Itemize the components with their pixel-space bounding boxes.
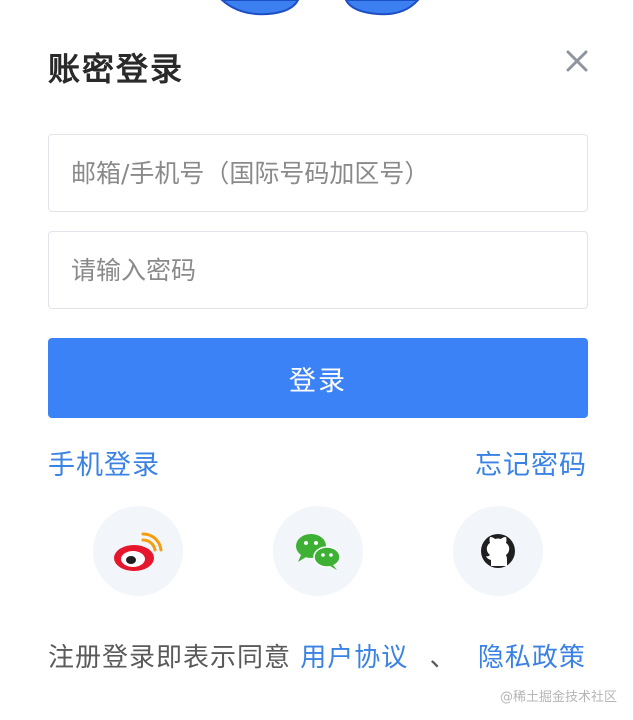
user-agreement-link[interactable]: 用户协议 [300, 643, 408, 673]
password-input[interactable] [48, 231, 588, 309]
forgot-password-link[interactable]: 忘记密码 [475, 443, 587, 482]
close-button[interactable] [560, 44, 594, 78]
close-icon [566, 50, 588, 72]
page-title: 账密登录 [48, 50, 185, 88]
agreement-text: 注册登录即表示同意 用户协议 、 隐私政策 [48, 637, 586, 674]
watermark: @稀土掘金技术社区 [499, 690, 617, 705]
wechat-login-button[interactable] [273, 506, 363, 596]
account-input[interactable] [48, 134, 588, 212]
weibo-login-button[interactable] [93, 506, 183, 596]
wechat-icon [296, 534, 341, 570]
github-icon [481, 534, 515, 568]
github-login-button[interactable] [453, 506, 543, 596]
mascot-illustration [220, 0, 420, 16]
agreement-prefix: 注册登录即表示同意 [48, 643, 292, 673]
agreement-separator: 、 [429, 643, 457, 673]
privacy-policy-link[interactable]: 隐私政策 [478, 643, 586, 673]
weibo-icon [114, 532, 163, 571]
login-dialog: 账密登录 登录 手机登录 忘记密码 [0, 0, 634, 720]
phone-login-link[interactable]: 手机登录 [48, 443, 160, 482]
login-button[interactable]: 登录 [48, 338, 588, 418]
